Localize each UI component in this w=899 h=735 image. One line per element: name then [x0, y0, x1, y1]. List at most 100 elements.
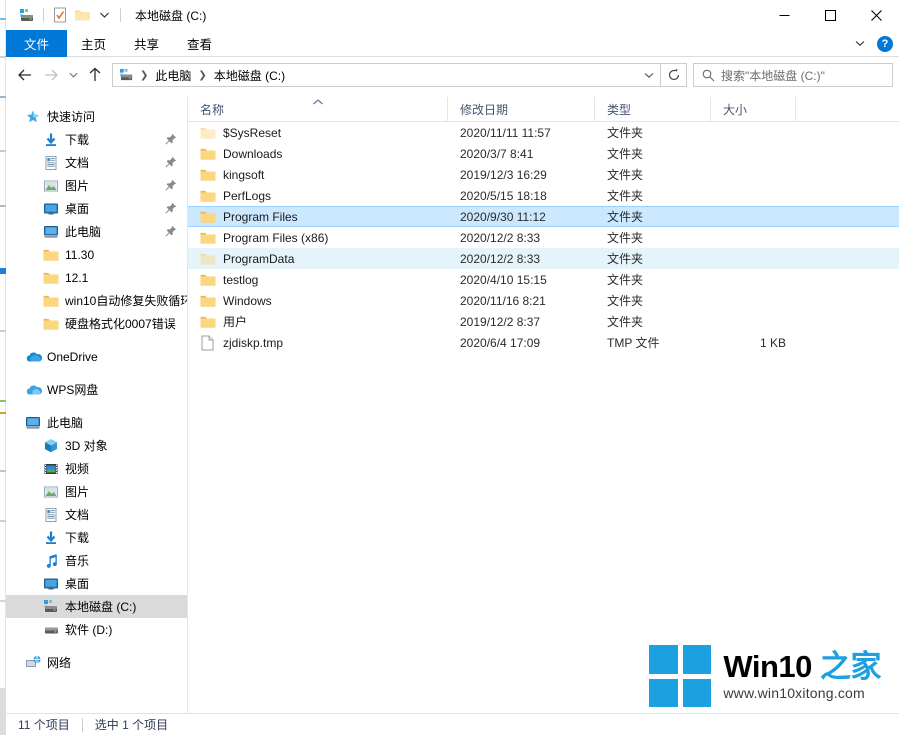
refresh-icon[interactable]	[661, 63, 687, 87]
sidebar-item-图片[interactable]: 图片	[6, 174, 187, 197]
breadcrumb-separator-0[interactable]: ❯	[135, 70, 153, 81]
column-header-size[interactable]: 大小	[711, 97, 796, 122]
cell-type: 文件夹	[607, 294, 644, 308]
sidebar-item-下载[interactable]: 下载	[6, 128, 187, 151]
file-name-label: Program Files (x86)	[223, 230, 329, 245]
table-row[interactable]: Program Files (x86) 2020/12/2 8:33 文件夹	[188, 227, 899, 248]
pictures-icon	[42, 483, 60, 501]
file-explorer-window: 本地磁盘 (C:) 文件 主页 共享 查看 ? ❯ 此电脑 ❯ 本地磁盘 (C:…	[0, 0, 899, 735]
table-row[interactable]: Windows 2020/11/16 8:21 文件夹	[188, 290, 899, 311]
file-name-label: testlog	[223, 272, 259, 287]
cell-name: Program Files (x86)	[188, 227, 448, 248]
cell-date: 2020/11/11 11:57	[460, 125, 551, 140]
ribbon-tab-label: 查看	[187, 38, 213, 52]
table-row[interactable]: testlog 2020/4/10 15:15 文件夹	[188, 269, 899, 290]
nav-group-spacer	[6, 401, 187, 411]
column-header-label: 修改日期	[460, 103, 509, 117]
column-header-date[interactable]: 修改日期	[448, 97, 595, 122]
sidebar-item-音乐[interactable]: 音乐	[6, 549, 187, 572]
breadcrumb-item-0[interactable]: 此电脑	[153, 67, 193, 84]
cell-size	[711, 290, 796, 311]
ribbon-tab-2[interactable]: 共享	[120, 30, 173, 57]
sidebar-item-12.1[interactable]: 12.1	[6, 266, 187, 289]
breadcrumb-drive-icon[interactable]	[119, 68, 135, 82]
table-row[interactable]: 用户 2019/12/2 8:37 文件夹	[188, 311, 899, 332]
ribbon-tab-0[interactable]: 文件	[6, 30, 68, 57]
table-row[interactable]: zjdiskp.tmp 2020/6/4 17:09 TMP 文件 1 KB	[188, 332, 899, 353]
sidebar-item-label: 文档	[65, 156, 90, 170]
table-row[interactable]: Downloads 2020/3/7 8:41 文件夹	[188, 143, 899, 164]
cell-name: ProgramData	[188, 248, 448, 269]
up-arrow-icon[interactable]	[82, 62, 108, 88]
pin-icon[interactable]	[165, 156, 177, 168]
sidebar-item-label: 本地磁盘 (C:)	[65, 600, 137, 614]
breadcrumb[interactable]: ❯ 此电脑 ❯ 本地磁盘 (C:)	[112, 63, 661, 87]
file-list[interactable]: $SysReset 2020/11/11 11:57 文件夹 Downloads 202…	[188, 122, 899, 353]
cell-type: 文件夹	[607, 315, 644, 329]
sidebar-item-桌面[interactable]: 桌面	[6, 572, 187, 595]
cell-type: 文件夹	[607, 273, 644, 287]
close-button[interactable]	[853, 0, 899, 30]
chevron-down-icon[interactable]	[851, 40, 869, 47]
pin-icon[interactable]	[165, 133, 177, 145]
table-row[interactable]: Program Files 2020/9/30 11:12 文件夹	[188, 206, 899, 227]
sidebar-item-label: 视频	[65, 462, 90, 476]
nav-group-快速访问[interactable]: 快速访问	[6, 105, 187, 128]
sidebar-item-文档[interactable]: 文档	[6, 151, 187, 174]
pin-icon[interactable]	[165, 202, 177, 214]
sidebar-item-文档[interactable]: 文档	[6, 503, 187, 526]
recent-locations-icon[interactable]	[64, 62, 82, 88]
search-icon	[702, 69, 715, 82]
nav-group-OneDrive[interactable]: OneDrive	[6, 345, 187, 368]
download-icon	[42, 529, 60, 547]
table-row[interactable]: kingsoft 2019/12/3 16:29 文件夹	[188, 164, 899, 185]
sidebar-item-桌面[interactable]: 桌面	[6, 197, 187, 220]
cell-date: 2020/4/10 15:15	[460, 272, 547, 287]
nav-group-label: OneDrive	[47, 349, 98, 364]
breadcrumb-dropdown-icon[interactable]	[638, 64, 660, 86]
table-row[interactable]: PerfLogs 2020/5/15 18:18 文件夹	[188, 185, 899, 206]
sidebar-item-此电脑[interactable]: 此电脑	[6, 220, 187, 243]
nav-group-WPS网盘[interactable]: WPS网盘	[6, 378, 187, 401]
ribbon-tab-3[interactable]: 查看	[173, 30, 226, 57]
new-folder-icon[interactable]	[71, 4, 93, 26]
ribbon-tab-label: 文件	[24, 38, 50, 52]
explorer-body: 快速访问 下载 文档 图片 桌面 此电脑 11.30 12.1 win10自动修复失败循环 硬盘格…	[6, 97, 899, 713]
maximize-button[interactable]	[807, 0, 853, 30]
sidebar-item-图片[interactable]: 图片	[6, 480, 187, 503]
cell-date: 2019/12/3 16:29	[460, 167, 547, 182]
sidebar-item-label: 桌面	[65, 577, 90, 591]
minimize-button[interactable]	[761, 0, 807, 30]
column-header-name[interactable]: 名称	[188, 97, 448, 122]
search-input[interactable]: 搜索"本地磁盘 (C:)"	[693, 63, 893, 87]
ribbon-tab-1[interactable]: 主页	[67, 30, 120, 57]
nav-group-网络[interactable]: 网络	[6, 651, 187, 674]
sidebar-item-label: 软件 (D:)	[65, 623, 113, 637]
search-placeholder: 搜索"本地磁盘 (C:)"	[721, 68, 825, 83]
breadcrumb-item-1[interactable]: 本地磁盘 (C:)	[212, 67, 287, 84]
properties-icon[interactable]	[49, 4, 71, 26]
back-arrow-icon[interactable]	[12, 62, 38, 88]
cell-date: 2020/3/7 8:41	[460, 146, 534, 161]
customize-dropdown-icon[interactable]	[93, 4, 115, 26]
navigation-pane[interactable]: 快速访问 下载 文档 图片 桌面 此电脑 11.30 12.1 win10自动修复失败循环 硬盘格…	[6, 97, 188, 713]
pin-icon[interactable]	[165, 179, 177, 191]
nav-group-此电脑[interactable]: 此电脑	[6, 411, 187, 434]
sidebar-item-硬盘格式化0007错误[interactable]: 硬盘格式化0007错误	[6, 312, 187, 335]
column-header-type[interactable]: 类型	[595, 97, 711, 122]
sidebar-item-3D 对象[interactable]: 3D 对象	[6, 434, 187, 457]
sidebar-item-win10自动修复失败循环[interactable]: win10自动修复失败循环	[6, 289, 187, 312]
cell-date: 2019/12/2 8:37	[460, 314, 541, 329]
sidebar-item-下载[interactable]: 下载	[6, 526, 187, 549]
table-row[interactable]: $SysReset 2020/11/11 11:57 文件夹	[188, 122, 899, 143]
sidebar-item-视频[interactable]: 视频	[6, 457, 187, 480]
pin-icon[interactable]	[165, 225, 177, 237]
table-row[interactable]: ProgramData 2020/12/2 8:33 文件夹	[188, 248, 899, 269]
sidebar-item-label: 音乐	[65, 554, 90, 568]
help-icon[interactable]: ?	[877, 35, 893, 52]
breadcrumb-separator-1[interactable]: ❯	[193, 70, 211, 81]
sidebar-item-软件 (D:)[interactable]: 软件 (D:)	[6, 618, 187, 641]
sidebar-item-11.30[interactable]: 11.30	[6, 243, 187, 266]
status-bar: 11 个项目 选中 1 个项目	[6, 713, 899, 735]
sidebar-item-本地磁盘 (C:)[interactable]: 本地磁盘 (C:)	[6, 595, 187, 618]
